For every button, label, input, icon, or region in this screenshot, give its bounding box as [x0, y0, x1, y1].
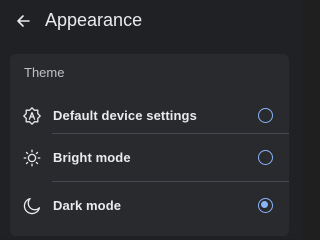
theme-panel: Theme Default device settings Bright mod…: [10, 54, 289, 236]
app-bar: Appearance: [0, 0, 302, 44]
back-button[interactable]: [10, 8, 36, 34]
page-title: Appearance: [45, 10, 143, 30]
theme-option-label: Default device settings: [53, 108, 197, 123]
arrow-left-icon: [17, 15, 30, 27]
theme-option-label: Bright mode: [53, 150, 131, 165]
theme-option-bright-mode[interactable]: Bright mode: [10, 134, 289, 182]
device-settings-icon: [23, 107, 41, 125]
appearance-screen: Appearance Theme Default device settings: [0, 0, 302, 239]
moon-icon: [23, 197, 41, 215]
radio-button[interactable]: [258, 150, 273, 165]
sun-icon: [23, 149, 41, 167]
theme-option-label: Dark mode: [53, 198, 122, 213]
radio-button[interactable]: [258, 108, 273, 123]
theme-section-label: Theme: [24, 65, 65, 80]
theme-option-dark-mode[interactable]: Dark mode: [10, 182, 289, 230]
radio-button-selected[interactable]: [258, 198, 273, 213]
